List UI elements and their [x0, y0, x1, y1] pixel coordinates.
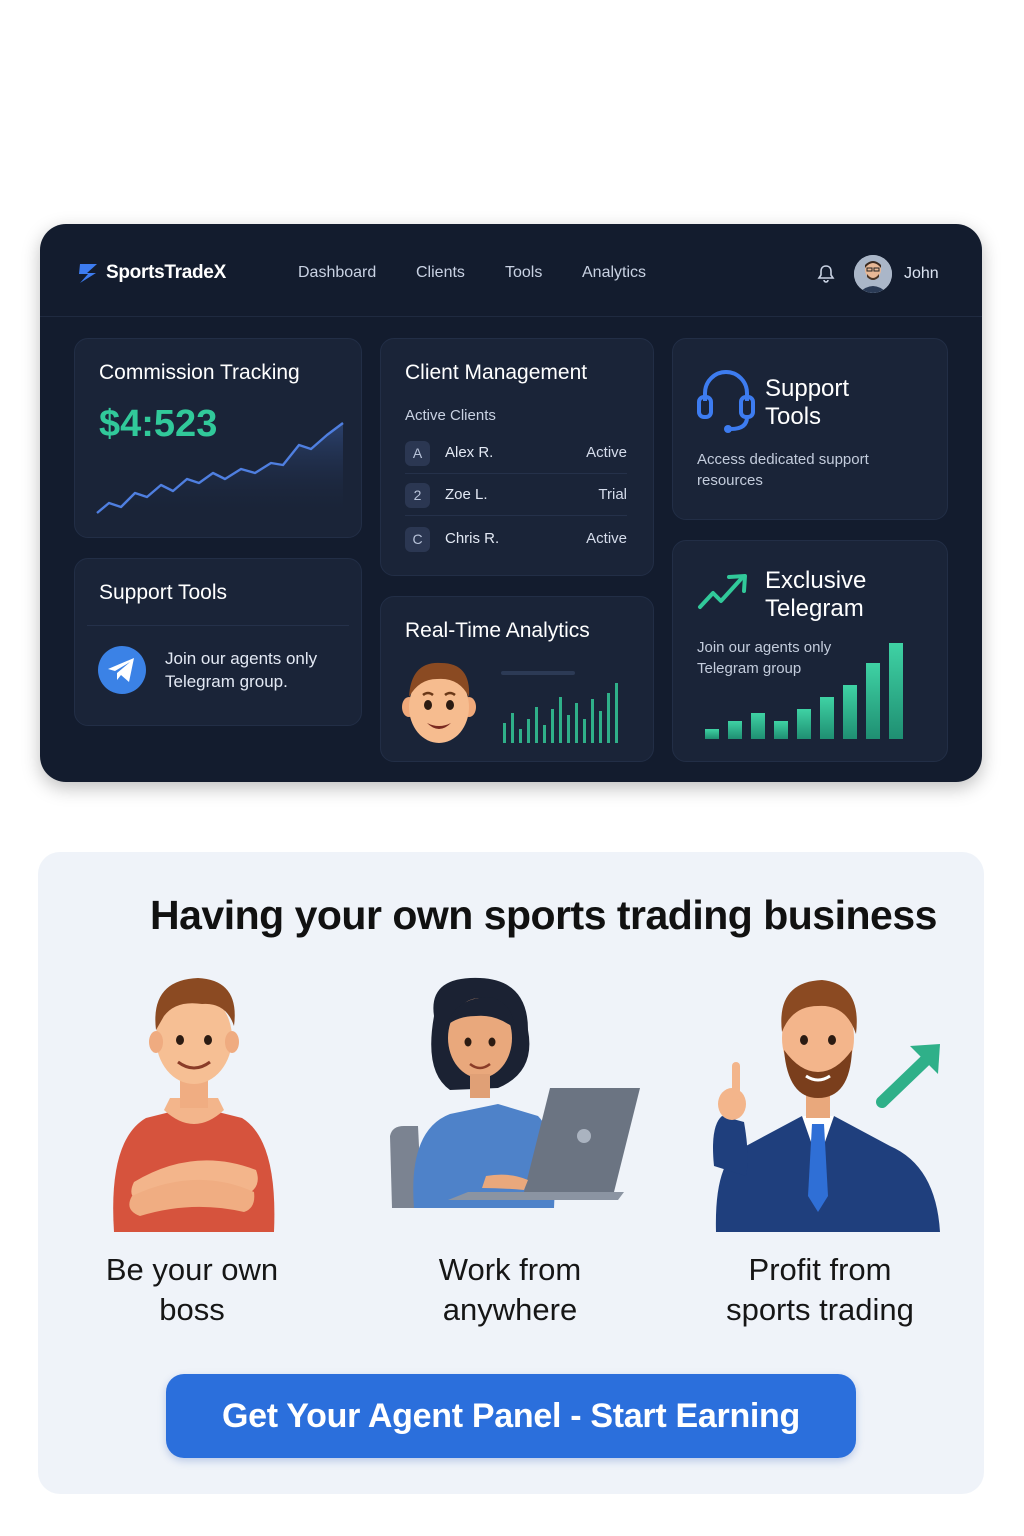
divider [87, 625, 349, 626]
feature-caption-line: Be your own [105, 1252, 279, 1287]
client-row[interactable]: A Alex R. Active [405, 433, 627, 474]
feature-caption: Work from anywhere [370, 1250, 650, 1330]
feature-caption-line: Work from [438, 1252, 582, 1287]
commission-title: Commission Tracking [99, 361, 300, 384]
nav-dashboard[interactable]: Dashboard [298, 264, 376, 282]
commission-card[interactable]: Commission Tracking $4:523 [74, 338, 362, 538]
nav-tools[interactable]: Tools [505, 264, 542, 282]
user-name[interactable]: John [904, 265, 939, 283]
remote-worker-illustration [390, 977, 640, 1208]
brand-logo[interactable]: SportsTradeX [76, 261, 226, 285]
exclusive-telegram-title: Exclusive Telegram [765, 567, 867, 622]
client-name: Alex R. [445, 444, 494, 461]
top-nav-bar: SportsTradeX Dashboard Clients Tools Ana… [40, 224, 982, 317]
feature-caption-line: boss [159, 1292, 225, 1327]
feature-caption-line: anywhere [442, 1292, 578, 1327]
analytics-title: Real-Time Analytics [405, 619, 590, 642]
businessman-illustration [713, 980, 940, 1232]
support-tools-card[interactable]: Support Tools Access dedicated support r… [672, 338, 948, 520]
active-clients-label: Active Clients [405, 407, 496, 424]
client-row[interactable]: 2 Zoe L. Trial [405, 475, 627, 516]
client-badge: A [405, 441, 430, 466]
feature-caption: Be your own boss [52, 1250, 332, 1330]
promo-headline: Having your own sports trading business [150, 892, 937, 938]
client-name: Chris R. [445, 530, 500, 547]
client-row[interactable]: C Chris R. Active [405, 519, 627, 559]
client-badge: C [405, 527, 430, 552]
feature-caption: Profit from sports trading [680, 1250, 960, 1330]
client-badge: 2 [405, 483, 430, 508]
client-status: Active [586, 444, 627, 461]
nav-analytics[interactable]: Analytics [582, 264, 646, 282]
bell-icon[interactable] [816, 264, 836, 284]
support-left-title: Support Tools [99, 581, 228, 604]
boss-person-illustration [113, 978, 275, 1232]
exclusive-telegram-card[interactable]: Exclusive Telegram Join our agents only … [672, 540, 948, 762]
commission-trend-chart [96, 422, 344, 517]
feature-caption-line: Profit from [748, 1252, 892, 1287]
client-management-card: Client Management Active Clients A Alex … [380, 338, 654, 576]
nav-clients[interactable]: Clients [416, 264, 465, 282]
promo-section: Having your own sports trading business … [38, 852, 984, 1494]
support-tools-left-card[interactable]: Support Tools Join our agents only Teleg… [74, 558, 362, 726]
client-status: Active [586, 530, 627, 547]
support-left-desc: Join our agents only Telegram group. [165, 649, 318, 691]
trend-up-icon [698, 574, 747, 609]
analytics-progress-track [501, 671, 575, 675]
brand-name: SportsTradeX [106, 262, 226, 283]
analyst-avatar-icon [402, 662, 476, 743]
dashboard-panel: SportsTradeX Dashboard Clients Tools Ana… [40, 224, 982, 782]
support-tools-title: Support Tools [765, 375, 850, 430]
growth-bar-chart [705, 643, 903, 739]
client-status: Trial [598, 486, 627, 503]
support-tools-desc: Access dedicated support resources [697, 451, 869, 489]
real-time-analytics-card[interactable]: Real-Time Analytics [380, 596, 654, 762]
brand-icon [79, 264, 97, 283]
telegram-icon[interactable] [97, 645, 147, 695]
headset-icon [697, 370, 755, 433]
feature-caption-line: sports trading [726, 1292, 914, 1327]
user-avatar[interactable] [854, 255, 892, 293]
client-management-title: Client Management [405, 361, 588, 384]
analytics-bar-chart [503, 683, 618, 743]
client-name: Zoe L. [445, 486, 488, 503]
get-agent-panel-button[interactable]: Get Your Agent Panel - Start Earning [166, 1374, 856, 1458]
